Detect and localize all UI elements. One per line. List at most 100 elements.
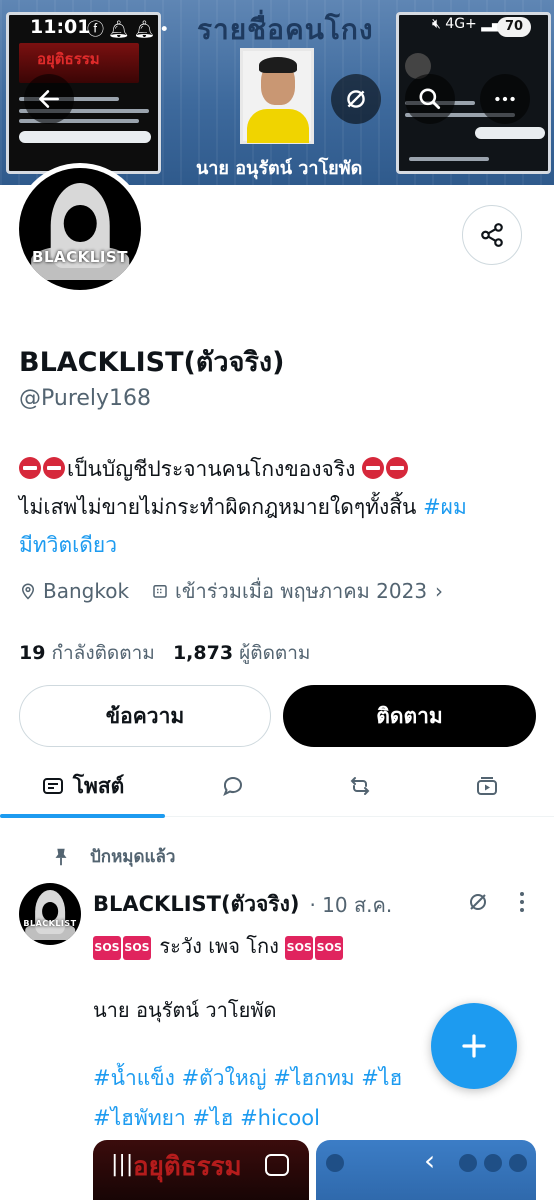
banner-shot-button [19, 131, 151, 143]
active-tab-indicator [0, 814, 165, 818]
dot-icon: • [159, 20, 174, 40]
tab-replies[interactable] [165, 755, 300, 817]
profile-meta: Bangkok เข้าร่วมเมื่อ พฤษภาคม 2023 › [19, 575, 465, 607]
bio-line-2: ไม่เสพไม่ขายไม่กระทำผิดกฎหมายใดๆทั้งสิ้น [19, 495, 417, 519]
avatar-logo-text: BLACKLIST [23, 919, 77, 928]
sos-emoji: SOS [315, 936, 344, 960]
pin-icon [55, 848, 67, 865]
following-link[interactable]: 19 กำลังติดตาม [19, 642, 155, 664]
bell-icon: 🔔︎ [108, 20, 134, 40]
compose-post-button[interactable] [431, 1003, 517, 1089]
location-pin-icon [21, 583, 35, 600]
location-text: Bangkok [43, 579, 130, 603]
tab-media[interactable] [420, 755, 554, 817]
status-notification-icons: ⓕ🔔︎🔔︎• [87, 15, 173, 40]
profile-tabs: โพสต์ [0, 755, 554, 818]
followers-label: ผู้ติดตาม [239, 642, 311, 664]
avatar-image: BLACKLIST [19, 168, 141, 290]
network-label: 4G+ [445, 16, 477, 32]
post-media-thumbnail[interactable]: ‹ [316, 1140, 536, 1200]
thumbnail-text: อยุติธรรม [133, 1152, 242, 1182]
back-button[interactable] [24, 74, 74, 124]
no-entry-icon [386, 457, 409, 479]
avatar-logo-text: BLACKLIST [32, 248, 128, 266]
search-button[interactable] [405, 74, 455, 124]
post-author-avatar[interactable]: BLACKLIST [19, 883, 81, 945]
portrait-shirt [247, 109, 309, 143]
post-time[interactable]: · 10 ส.ค. [309, 889, 392, 921]
more-horizontal-icon [495, 96, 515, 102]
profile-banner[interactable]: อยุติธรรม รายชื่อคนโกง นาย อนุรัตน์ วาโย… [0, 0, 554, 185]
followers-link[interactable]: 1,873 ผู้ติดตาม [173, 642, 311, 664]
post-media-thumbnail[interactable]: อยุติธรรม ||| [93, 1140, 309, 1200]
more-horizontal-icon [509, 1154, 527, 1172]
search-icon [484, 1154, 502, 1172]
battery-indicator: 70 [497, 17, 531, 37]
joined-item[interactable]: เข้าร่วมเมื่อ พฤษภาคม 2023 › [151, 575, 443, 607]
grok-button[interactable] [331, 74, 381, 124]
post-grok-button[interactable] [466, 890, 490, 918]
more-options-button[interactable] [480, 74, 530, 124]
back-arrow-icon [39, 90, 59, 108]
sos-emoji: SOS [123, 936, 151, 960]
no-entry-icon [43, 457, 65, 479]
video-icon [477, 777, 497, 795]
reply-bubble-icon [222, 777, 242, 797]
profile-bio: เป็นบัญชีประจานคนโกงของจริง ไม่เสพไม่ขาย… [19, 450, 539, 564]
home-square-icon [265, 1154, 289, 1176]
banner-portrait [240, 48, 314, 144]
no-entry-icon [19, 457, 41, 479]
bio-hashtag[interactable]: #ผม [423, 495, 467, 519]
follow-button[interactable]: ติดตาม [283, 685, 536, 747]
search-icon [419, 88, 441, 110]
message-button[interactable]: ข้อความ [19, 685, 271, 747]
back-arrow-icon: ‹ [424, 1144, 436, 1177]
bell-icon: 🔔︎ [133, 20, 160, 40]
post-hashtag-line-2[interactable]: #ไฮพัทยา #ไฮ #hicool [93, 1098, 523, 1138]
more-vertical-icon [520, 892, 524, 912]
following-count: 19 [19, 642, 46, 664]
banner-left-shot-text: อยุติธรรม [37, 50, 100, 68]
grok-icon [470, 894, 486, 910]
no-entry-icon [362, 457, 385, 479]
grok-icon [459, 1154, 477, 1172]
post-header: BLACKLIST(ตัวจริง) · 10 ส.ค. [93, 888, 392, 921]
recents-icon: ||| [111, 1152, 134, 1177]
sos-emoji: SOS [285, 936, 314, 960]
back-circle-icon [326, 1154, 344, 1172]
posts-icon [42, 778, 63, 794]
user-handle: @Purely168 [19, 386, 152, 411]
chevron-right-icon: › [435, 579, 444, 603]
post-text-line-2: นาย อนุรัตน์ วาโยพัด [93, 998, 277, 1022]
bio-hashtag-continued[interactable]: มีทวิตเดียว [19, 533, 117, 557]
facebook-icon: ⓕ [87, 20, 108, 40]
banner-line [409, 157, 489, 161]
pinned-indicator: ปักหมุดแล้ว [50, 843, 175, 870]
bio-line-1: เป็นบัญชีประจานคนโกงของจริง [67, 457, 356, 481]
banner-title: รายชื่อคนโกง [197, 13, 374, 46]
location-item: Bangkok [19, 579, 129, 603]
status-time: 11:01 [30, 16, 91, 38]
profile-avatar[interactable]: BLACKLIST [14, 163, 146, 295]
banner-caption: นาย อนุรัตน์ วาโยพัด [196, 158, 363, 179]
tab-posts[interactable]: โพสต์ [0, 755, 165, 818]
mute-icon: 🔇︎ [432, 16, 441, 32]
calendar-icon [153, 585, 167, 598]
post-text-line-1: SOS SOS ระวัง เพจ โกง SOS SOS [93, 930, 345, 962]
plus-icon [462, 1034, 486, 1058]
post-more-button[interactable] [516, 890, 528, 914]
share-button[interactable] [462, 205, 522, 265]
repost-icon [350, 777, 370, 795]
following-label: กำลังติดตาม [51, 642, 155, 664]
tab-reposts[interactable] [300, 755, 420, 817]
post-author-name[interactable]: BLACKLIST(ตัวจริง) [93, 888, 299, 921]
display-name: BLACKLIST(ตัวจริง) [19, 347, 285, 378]
portrait-hair [259, 57, 297, 73]
post-line-1-text: ระวัง เพจ โกง [159, 934, 279, 958]
sos-emoji: SOS [93, 936, 121, 960]
tab-posts-label: โพสต์ [72, 773, 125, 798]
follow-counts: 19 กำลังติดตาม 1,873 ผู้ติดตาม [19, 638, 310, 668]
grok-icon [347, 90, 365, 108]
banner-shot-button [475, 127, 545, 139]
joined-text: เข้าร่วมเมื่อ พฤษภาคม 2023 [175, 579, 428, 603]
